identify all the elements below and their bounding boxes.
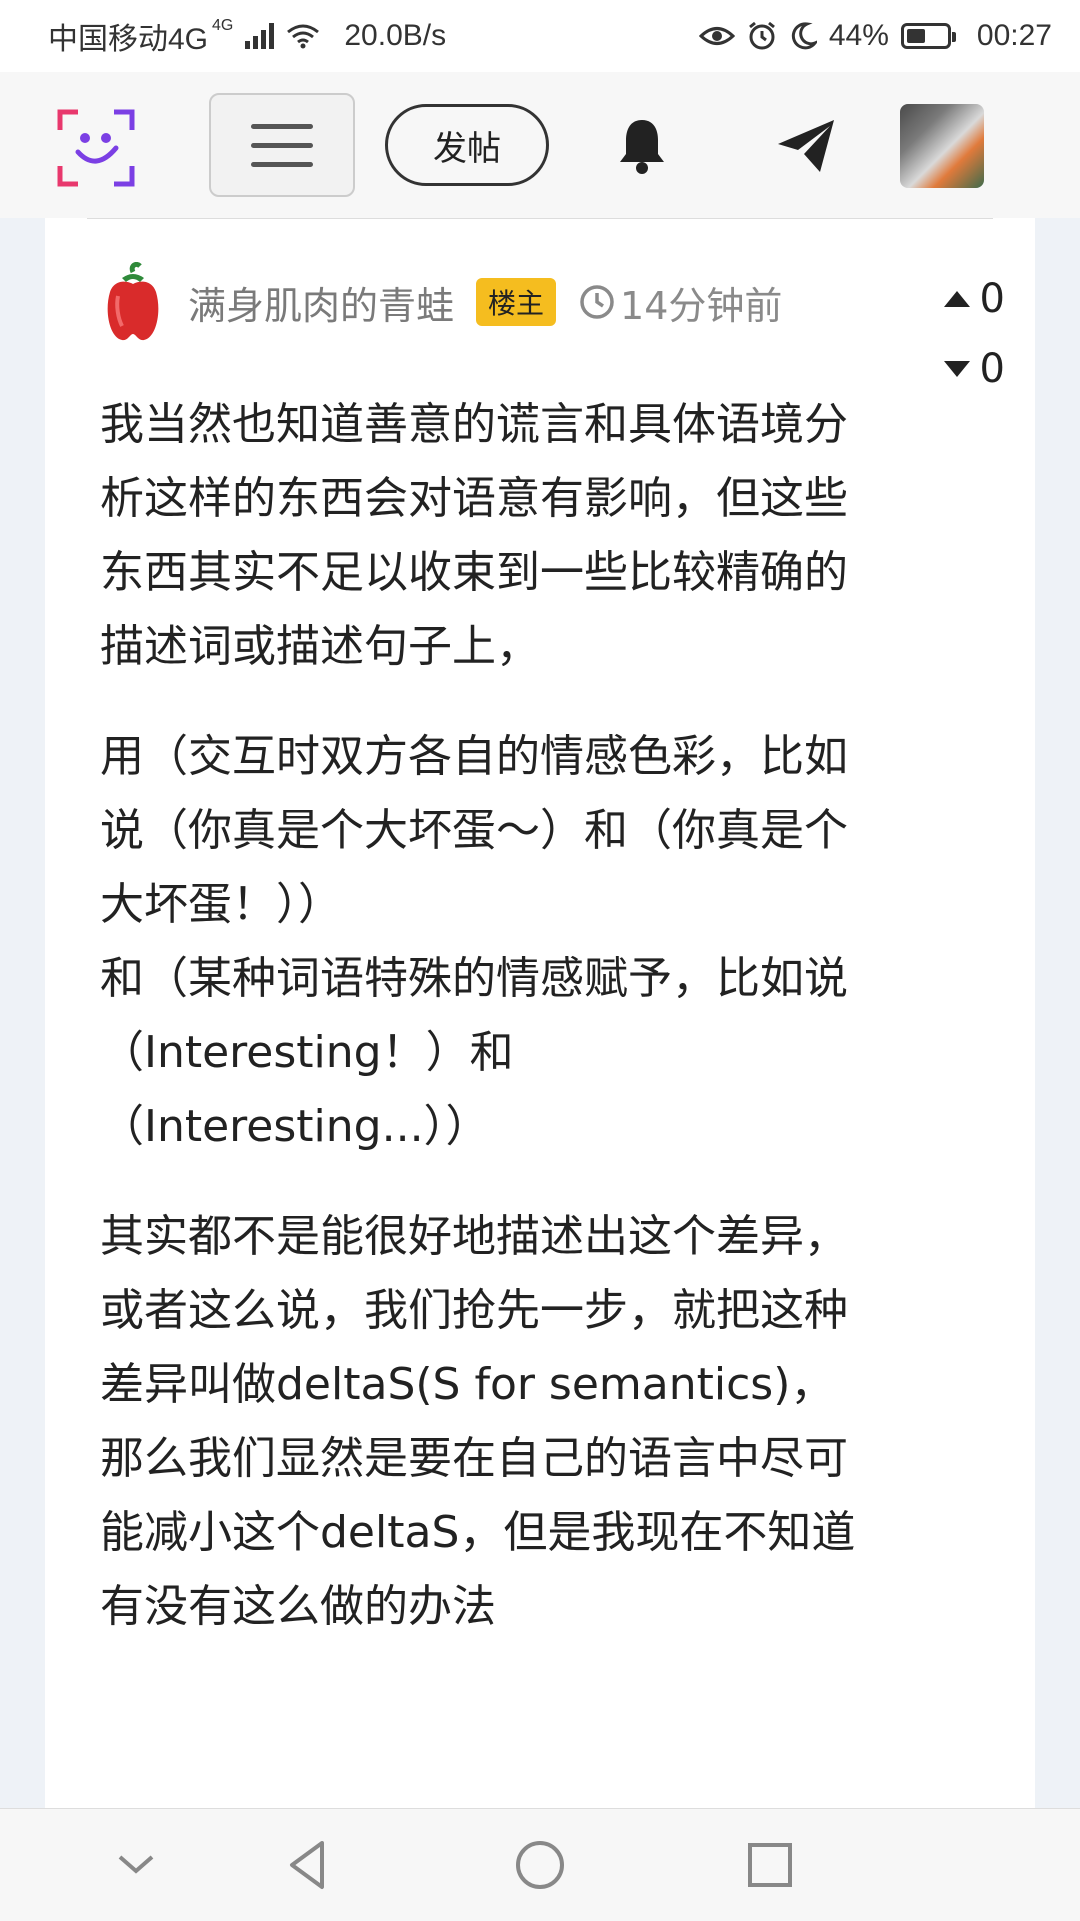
menu-icon bbox=[251, 123, 313, 167]
send-icon[interactable] bbox=[774, 116, 838, 176]
author-avatar-pepper-icon[interactable] bbox=[100, 262, 166, 342]
post-card: 满身肌肉的青蛙 楼主 14分钟前 0 0 我当然也知道善意的谎言和具体语境分析这… bbox=[45, 218, 1035, 1808]
alarm-icon bbox=[748, 21, 775, 50]
post-header: 满身肌肉的青蛙 楼主 14分钟前 bbox=[100, 260, 855, 344]
upvote-button[interactable]: 0 bbox=[925, 264, 1005, 334]
battery-icon bbox=[900, 23, 956, 49]
back-icon[interactable] bbox=[278, 1835, 338, 1895]
home-icon[interactable] bbox=[510, 1835, 570, 1895]
author-name[interactable]: 满身肌肉的青蛙 bbox=[188, 275, 454, 330]
upvote-count: 0 bbox=[979, 276, 1005, 322]
chevron-down-icon[interactable] bbox=[106, 1835, 166, 1895]
post-timestamp: 14分钟前 bbox=[578, 275, 782, 330]
signal-icon bbox=[245, 23, 275, 49]
status-bar: 中国移动4G 4G 20.0B/s 44% 00:27 bbox=[0, 0, 1080, 72]
clock-icon bbox=[580, 285, 614, 319]
app-header: 发帖 bbox=[0, 72, 1080, 219]
recents-icon[interactable] bbox=[740, 1835, 800, 1895]
post-paragraph: 其实都不是能很好地描述出这个差异，或者这么说，我们抢先一步，就把这种差异叫做de… bbox=[100, 1211, 856, 1632]
timestamp-text: 14分钟前 bbox=[620, 283, 783, 328]
network-speed: 20.0B/s bbox=[344, 19, 447, 52]
downvote-button[interactable]: 0 bbox=[925, 334, 1005, 404]
post-body: 我当然也知道善意的谎言和具体语境分析这样的东西会对语意有影响，但这些东西其实不足… bbox=[100, 388, 870, 1680]
status-left: 中国移动4G 4G 20.0B/s bbox=[48, 14, 446, 58]
clock: 00:27 bbox=[976, 19, 1052, 52]
user-avatar[interactable] bbox=[900, 104, 984, 188]
vote-controls: 0 0 bbox=[925, 264, 1005, 404]
app-logo-icon[interactable] bbox=[56, 108, 136, 188]
battery-percent: 44% bbox=[828, 19, 889, 52]
op-badge: 楼主 bbox=[476, 278, 557, 326]
post-paragraph: 我当然也知道善意的谎言和具体语境分析这样的东西会对语意有影响，但这些东西其实不足… bbox=[100, 399, 848, 672]
network-badge: 4G bbox=[212, 17, 234, 34]
downvote-count: 0 bbox=[979, 346, 1005, 392]
bell-icon[interactable] bbox=[614, 116, 670, 176]
post-paragraph: 用（交互时双方各自的情感色彩，比如说（你真是个大坏蛋～）和（你真是个大坏蛋！））… bbox=[100, 731, 848, 1152]
status-right: 44% 00:27 bbox=[698, 19, 1052, 53]
wifi-icon bbox=[287, 24, 320, 49]
moon-icon bbox=[791, 22, 817, 50]
new-post-button[interactable]: 发帖 bbox=[385, 104, 549, 186]
downvote-icon bbox=[943, 361, 970, 377]
carrier-label: 中国移动4G bbox=[48, 23, 209, 56]
eye-icon bbox=[698, 27, 735, 45]
upvote-icon bbox=[943, 291, 970, 307]
menu-button[interactable] bbox=[209, 93, 355, 197]
card-divider bbox=[87, 218, 993, 219]
system-nav-bar bbox=[0, 1808, 1080, 1921]
